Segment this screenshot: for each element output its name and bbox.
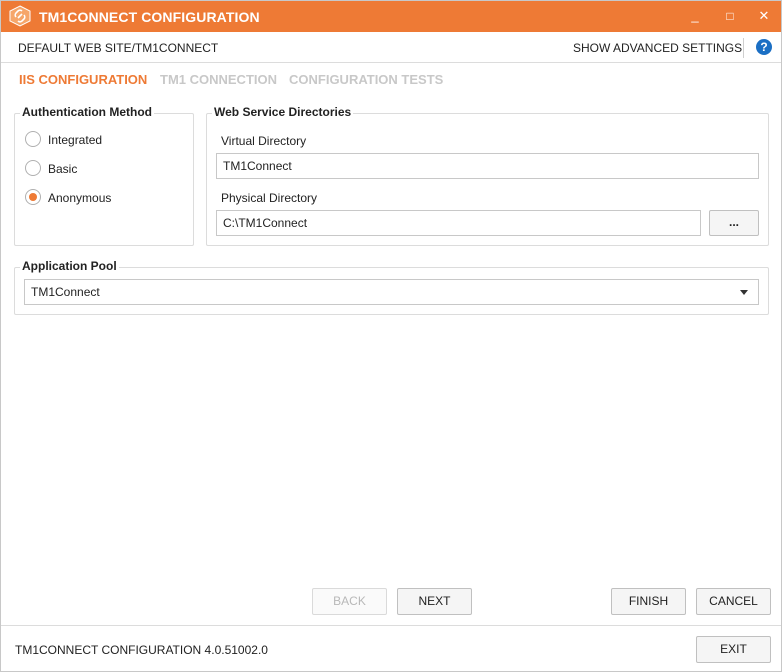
application-pool-legend: Application Pool — [20, 259, 119, 273]
authentication-method-legend: Authentication Method — [20, 105, 154, 119]
virtual-directory-input[interactable]: TM1Connect — [216, 153, 759, 179]
app-logo-icon — [9, 5, 31, 27]
finish-button[interactable]: FINISH — [611, 588, 686, 615]
exit-button[interactable]: EXIT — [696, 636, 771, 663]
radio-label: Integrated — [48, 133, 103, 147]
radio-circle[interactable] — [25, 160, 41, 176]
window-title: TM1CONNECT CONFIGURATION — [39, 9, 260, 25]
cancel-button[interactable]: CANCEL — [696, 588, 771, 615]
tab-iis-configuration[interactable]: IIS CONFIGURATION — [19, 72, 147, 87]
radio-circle[interactable] — [25, 131, 41, 147]
title-bar[interactable]: TM1CONNECT CONFIGURATION _ □ ✕ — [1, 1, 781, 32]
virtual-directory-label: Virtual Directory — [221, 134, 307, 148]
divider — [743, 38, 744, 58]
close-button[interactable]: ✕ — [755, 7, 773, 25]
application-pool-value: TM1Connect — [31, 285, 100, 299]
footer-divider — [1, 625, 781, 626]
close-icon: ✕ — [758, 8, 770, 23]
maximize-icon: □ — [726, 9, 734, 23]
chevron-down-icon — [740, 290, 748, 295]
web-service-directories-legend: Web Service Directories — [212, 105, 354, 119]
radio-label: Basic — [48, 162, 78, 176]
minimize-icon: _ — [691, 8, 699, 23]
subheader: DEFAULT WEB SITE/TM1CONNECT SHOW ADVANCE… — [1, 32, 781, 63]
browse-button[interactable]: ... — [709, 210, 759, 236]
maximize-button[interactable]: □ — [721, 7, 739, 25]
authentication-method-group — [14, 113, 194, 246]
next-button[interactable]: NEXT — [397, 588, 472, 615]
physical-directory-label: Physical Directory — [221, 191, 318, 205]
physical-directory-input[interactable]: C:\TM1Connect — [216, 210, 701, 236]
site-path: DEFAULT WEB SITE/TM1CONNECT — [18, 41, 219, 55]
radio-label: Anonymous — [48, 191, 112, 205]
back-button[interactable]: BACK — [312, 588, 387, 615]
show-advanced-settings-link[interactable]: SHOW ADVANCED SETTINGS — [573, 41, 742, 55]
version-text: TM1CONNECT CONFIGURATION 4.0.51002.0 — [15, 643, 268, 657]
tab-configuration-tests[interactable]: CONFIGURATION TESTS — [289, 72, 443, 87]
radio-circle-checked[interactable] — [25, 189, 41, 205]
application-pool-select[interactable]: TM1Connect — [24, 279, 759, 305]
help-icon[interactable]: ? — [756, 39, 772, 55]
app-window: TM1CONNECT CONFIGURATION _ □ ✕ DEFAULT W… — [0, 0, 782, 672]
tab-tm1-connection[interactable]: TM1 CONNECTION — [160, 72, 277, 87]
minimize-button[interactable]: _ — [686, 7, 704, 25]
